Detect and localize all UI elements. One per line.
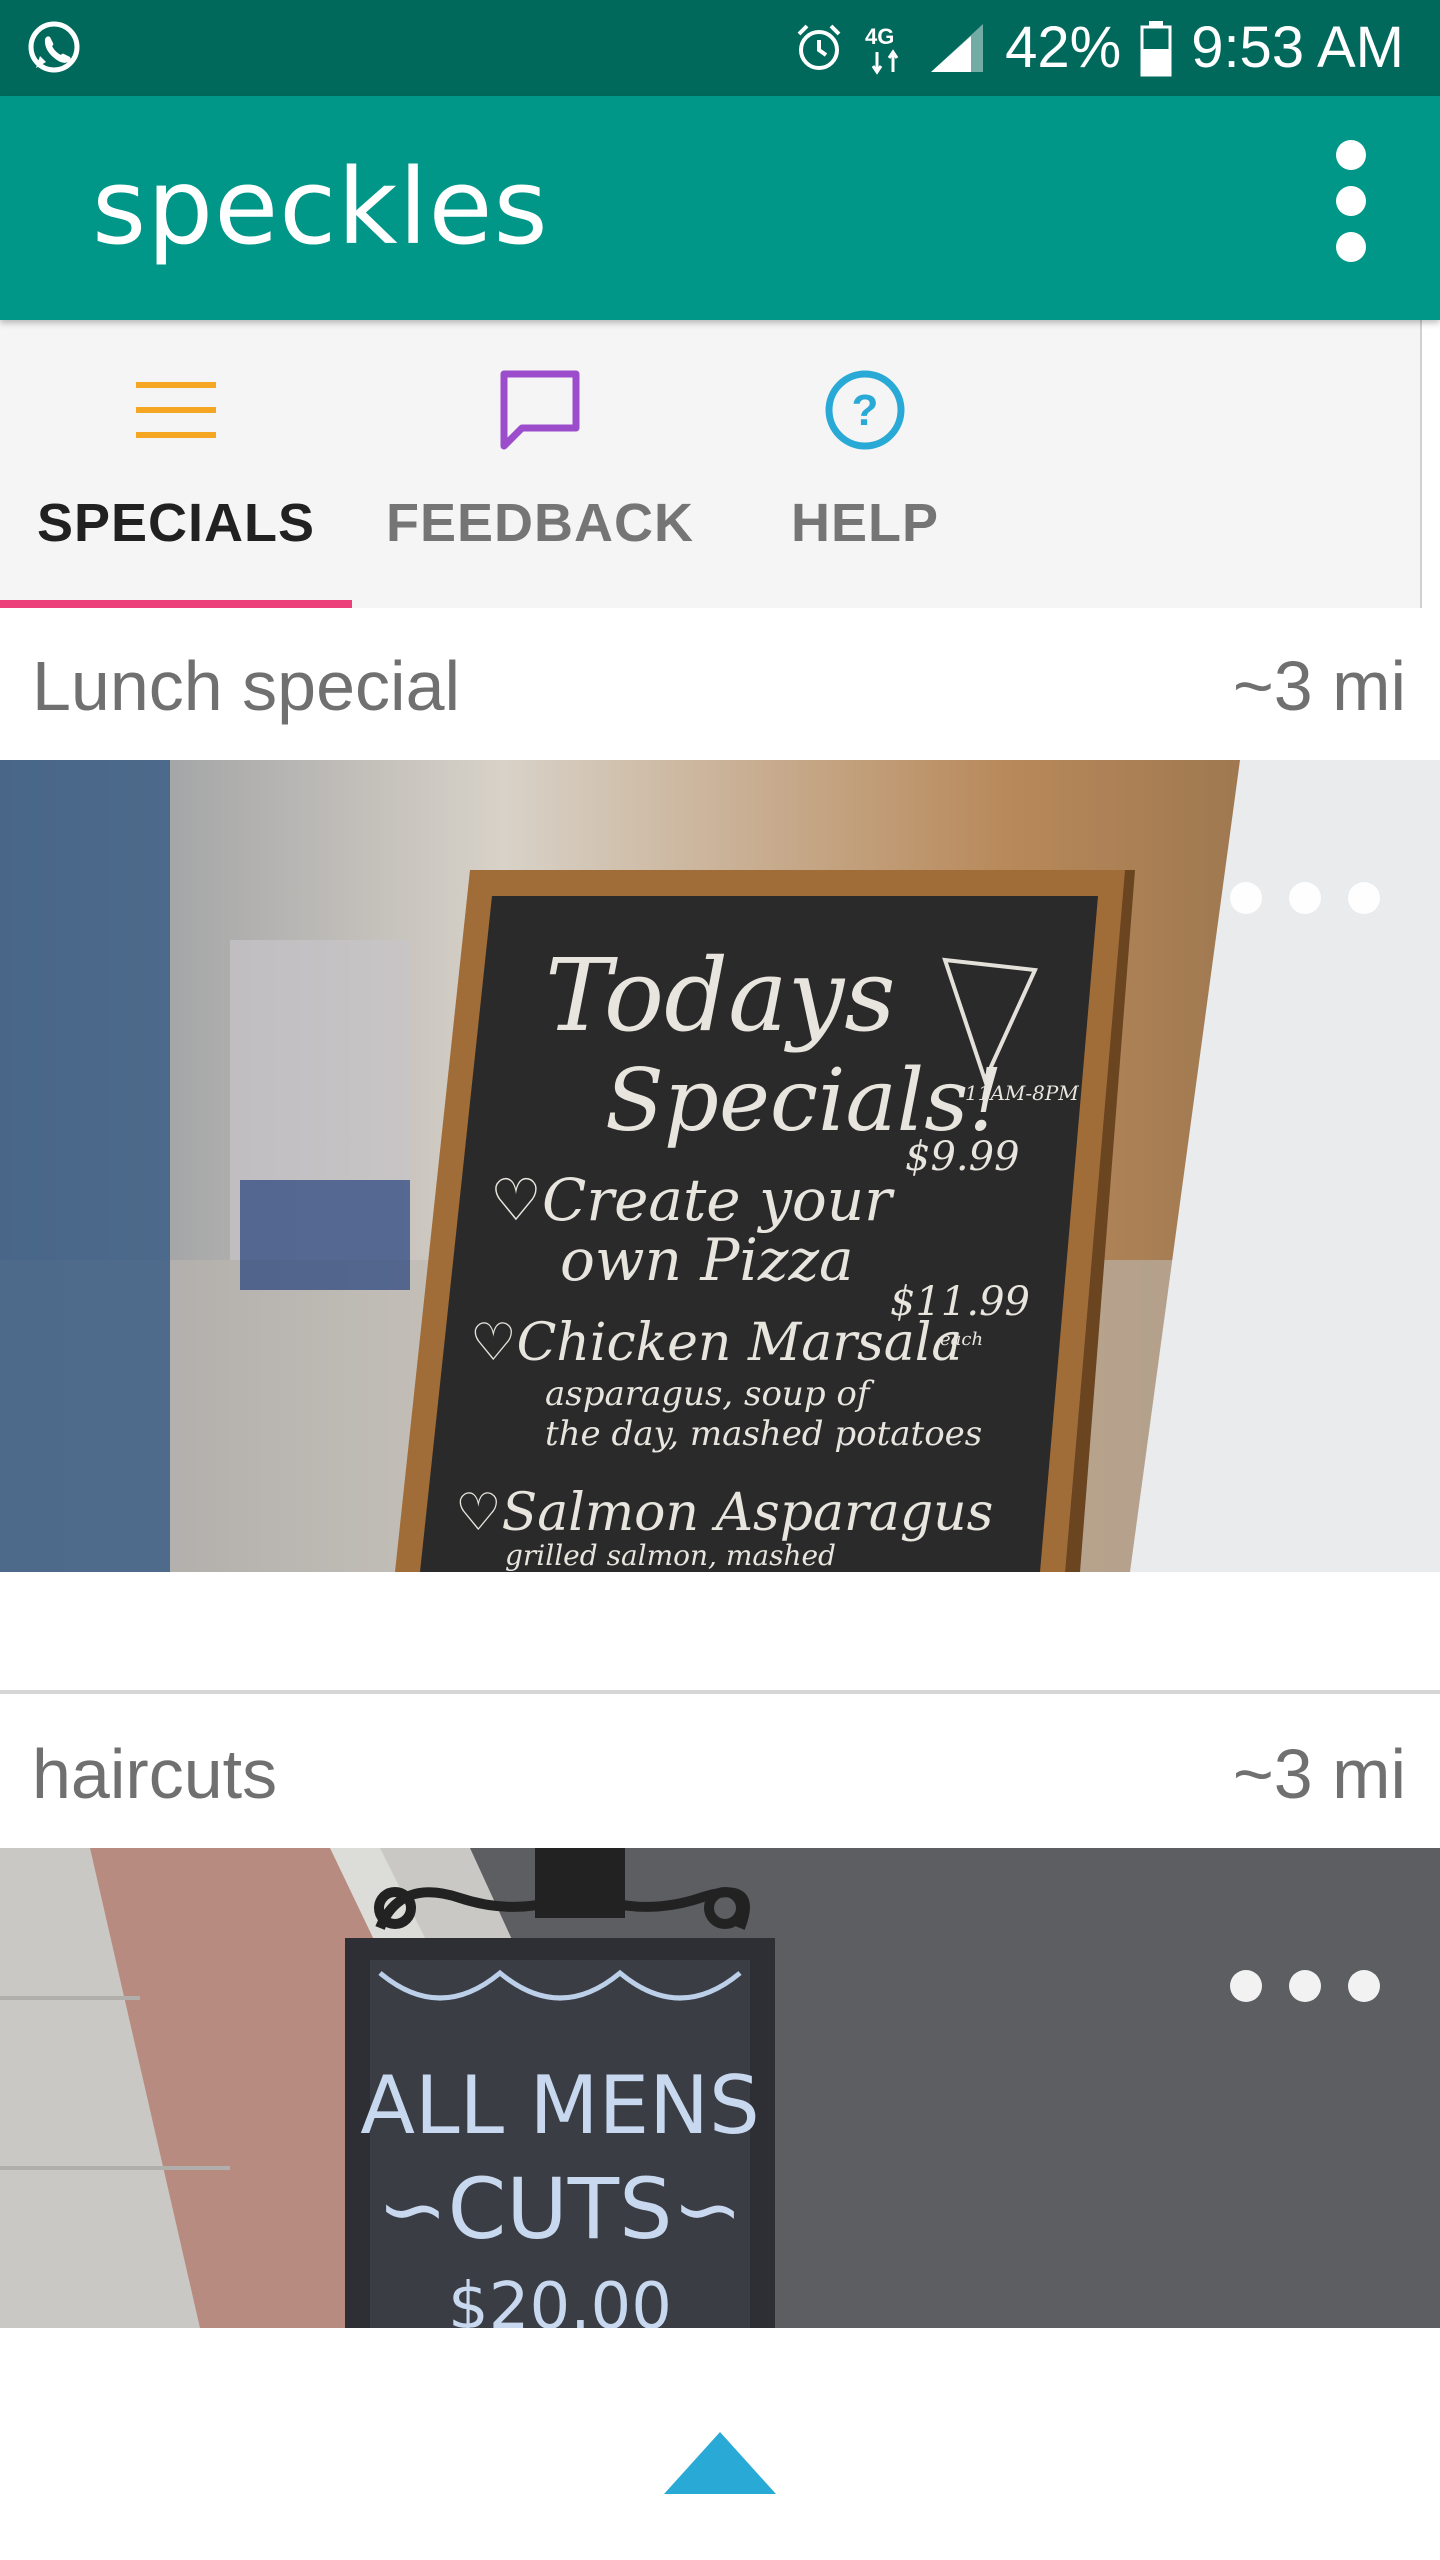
svg-text:4G: 4G xyxy=(865,24,894,49)
svg-text:$20.00: $20.00 xyxy=(448,2270,672,2328)
tab-help[interactable]: ? HELP xyxy=(740,320,990,608)
overflow-dot xyxy=(1336,232,1366,262)
alarm-icon xyxy=(797,24,841,70)
svg-text:$11.99: $11.99 xyxy=(890,1279,1030,1325)
card-distance: ~3 mi xyxy=(1232,1735,1406,1813)
svg-text:♡Chicken Marsala: ♡Chicken Marsala xyxy=(470,1313,962,1373)
more-dot xyxy=(1289,882,1321,914)
app-bar: speckles xyxy=(0,96,1440,320)
svg-text:the day, mashed potatoes: the day, mashed potatoes xyxy=(545,1414,982,1454)
status-right: 4G 42% 9:53 AM xyxy=(793,0,1404,96)
svg-text:11AM-8PM: 11AM-8PM xyxy=(965,1081,1079,1105)
card-more-button[interactable] xyxy=(1230,882,1380,914)
tab-specials[interactable]: SPECIALS xyxy=(0,320,352,608)
app-title: speckles xyxy=(92,146,549,268)
more-dot xyxy=(1230,882,1262,914)
clock: 9:53 AM xyxy=(1191,15,1404,80)
card-divider xyxy=(0,1690,1440,1694)
more-dot xyxy=(1289,1970,1321,2002)
network-4g-icon: 4G xyxy=(865,24,899,75)
svg-text:each: each xyxy=(940,1329,983,1350)
svg-text:$9.99: $9.99 xyxy=(905,1134,1020,1180)
whatsapp-icon xyxy=(28,21,80,73)
help-icon: ? xyxy=(823,368,907,452)
bottom-area xyxy=(0,2328,1440,2560)
svg-text:own Pizza: own Pizza xyxy=(560,1226,854,1294)
battery-icon xyxy=(1140,21,1172,77)
svg-text:∽CUTS∽: ∽CUTS∽ xyxy=(377,2160,743,2258)
svg-text:asparagus, soup of: asparagus, soup of xyxy=(545,1374,875,1414)
card-more-button[interactable] xyxy=(1230,1970,1380,2002)
battery-percent: 42% xyxy=(1005,15,1122,80)
tab-feedback[interactable]: FEEDBACK xyxy=(380,320,700,608)
more-dot xyxy=(1348,1970,1380,2002)
more-dot xyxy=(1230,1970,1262,2002)
tab-bar: SPECIALS FEEDBACK ? HELP xyxy=(0,320,1422,608)
svg-text:ALL MENS: ALL MENS xyxy=(360,2059,760,2152)
tab-indicator xyxy=(0,600,352,608)
chat-icon xyxy=(498,368,582,452)
svg-text:Todays: Todays xyxy=(545,937,896,1054)
more-dot xyxy=(1348,882,1380,914)
card-photo[interactable]: ALL MENS ∽CUTS∽ $20.00 xyxy=(0,1848,1440,2328)
card-header[interactable]: haircuts ~3 mi xyxy=(0,1696,1440,1848)
tab-label: HELP xyxy=(790,493,940,553)
card-header[interactable]: Lunch special ~3 mi xyxy=(0,608,1440,760)
svg-text:♡Salmon Asparagus: ♡Salmon Asparagus xyxy=(455,1483,993,1543)
svg-text:♡Create your: ♡Create your xyxy=(490,1166,895,1234)
menu-icon xyxy=(134,368,218,452)
card-distance: ~3 mi xyxy=(1232,647,1406,725)
svg-text:?: ? xyxy=(852,386,879,435)
overflow-menu-button[interactable] xyxy=(1316,126,1386,276)
overflow-dot xyxy=(1336,186,1366,216)
card-title: Lunch special xyxy=(32,647,461,725)
signal-icon xyxy=(931,24,984,72)
tab-label: SPECIALS xyxy=(36,493,316,553)
card-title: haircuts xyxy=(32,1735,278,1813)
overflow-dot xyxy=(1336,140,1366,170)
card-photo[interactable]: Todays Specials! ♡Create your own Pizza … xyxy=(0,760,1440,1572)
status-bar: 4G 42% 9:53 AM xyxy=(0,0,1440,96)
svg-text:grilled salmon, mashed: grilled salmon, mashed xyxy=(505,1539,836,1572)
arrow-up-icon[interactable] xyxy=(660,2428,780,2498)
tab-label: FEEDBACK xyxy=(385,493,694,553)
